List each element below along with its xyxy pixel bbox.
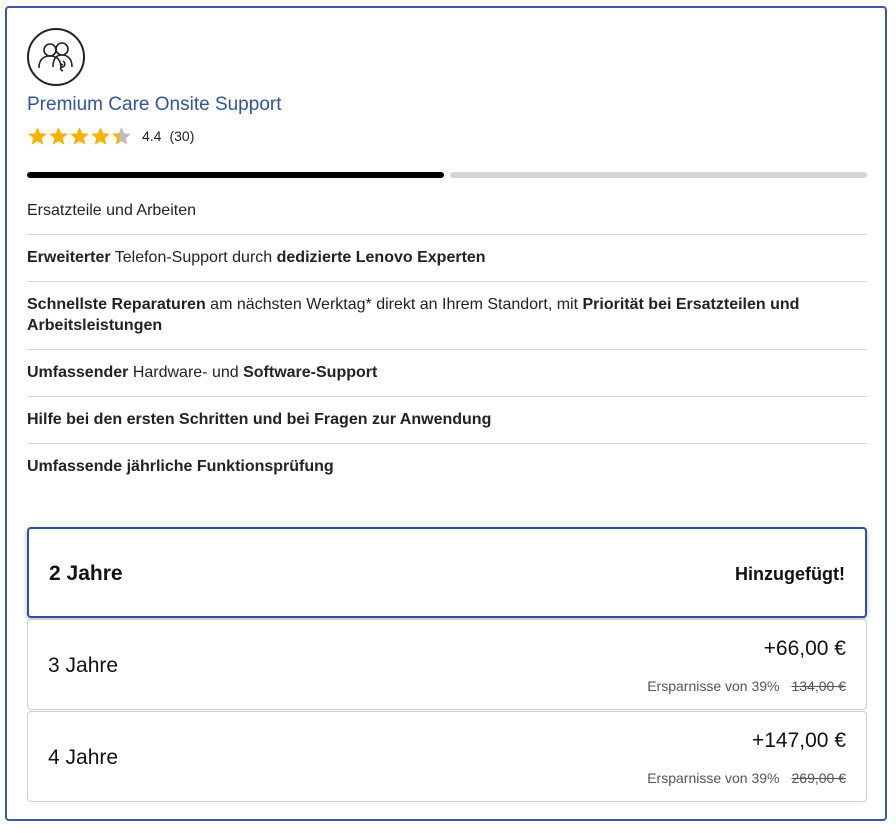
old-price: 134,00 € [791, 678, 847, 694]
option-4-years[interactable]: 4 Jahre +147,00 € Ersparnisse von 39% 269… [27, 711, 867, 802]
support-people-icon [27, 28, 85, 86]
step-progress [27, 172, 867, 178]
warranty-card: Premium Care Onsite Support 4.4 (30) Ers… [5, 6, 887, 821]
star-icon [49, 126, 68, 145]
progress-step-inactive [450, 172, 867, 178]
rating: 4.4 (30) [27, 124, 194, 148]
product-title: Premium Care Onsite Support [27, 94, 282, 115]
option-savings: Ersparnisse von 39% 269,00 € [647, 770, 846, 786]
feature-text: Erweiterter [27, 249, 111, 266]
feature-item: Umfassender Hardware- und Software-Suppo… [27, 350, 867, 397]
feature-text: am nächsten Werktag* direkt an Ihrem Sta… [205, 296, 583, 313]
old-price: 269,00 € [791, 770, 847, 786]
feature-text: Schnellste Reparaturen [27, 296, 206, 313]
feature-text: dedizierte Lenovo Experten [276, 249, 486, 266]
star-icon [112, 126, 131, 145]
feature-text: Umfassende jährliche Funktionsprüfung [27, 458, 334, 475]
feature-text: Software-Support [243, 364, 378, 381]
feature-item: Schnellste Reparaturen am nächsten Werkt… [27, 282, 867, 350]
star-icon [91, 126, 110, 145]
option-2-years[interactable]: 2 Jahre Hinzugefügt! [27, 527, 867, 618]
option-label: 3 Jahre [48, 654, 119, 677]
rating-value: 4.4 [142, 128, 162, 144]
feature-text: Umfassender [27, 364, 129, 381]
option-price: +66,00 € [763, 637, 846, 660]
option-label: 2 Jahre [49, 562, 123, 585]
star-icon [70, 126, 89, 145]
option-savings: Ersparnisse von 39% 134,00 € [647, 678, 846, 694]
savings-text: Ersparnisse von 39% [647, 678, 780, 694]
savings-text: Ersparnisse von 39% [647, 770, 780, 786]
feature-text: Ersatzteile und Arbeiten [27, 202, 196, 219]
option-label: 4 Jahre [48, 746, 119, 769]
rating-count: (30) [169, 128, 195, 144]
feature-text: Hilfe bei den ersten Schritten und bei F… [27, 411, 492, 428]
feature-item: Umfassende jährliche Funktionsprüfung [27, 444, 867, 490]
option-3-years[interactable]: 3 Jahre +66,00 € Ersparnisse von 39% 134,… [27, 619, 867, 710]
feature-text: Hardware- und [128, 364, 244, 381]
feature-text: Telefon-Support durch [110, 249, 277, 266]
option-price: +147,00 € [751, 729, 846, 752]
progress-step-active [27, 172, 444, 178]
feature-list: Ersatzteile und Arbeiten Erweiterter Tele… [27, 188, 867, 490]
feature-item: Erweiterter Telefon-Support durch dedizi… [27, 235, 867, 282]
feature-item: Hilfe bei den ersten Schritten und bei F… [27, 397, 867, 444]
rating-stars [27, 126, 132, 147]
star-icon [28, 126, 47, 145]
feature-item: Ersatzteile und Arbeiten [27, 188, 867, 235]
added-status: Hinzugefügt! [735, 564, 845, 584]
